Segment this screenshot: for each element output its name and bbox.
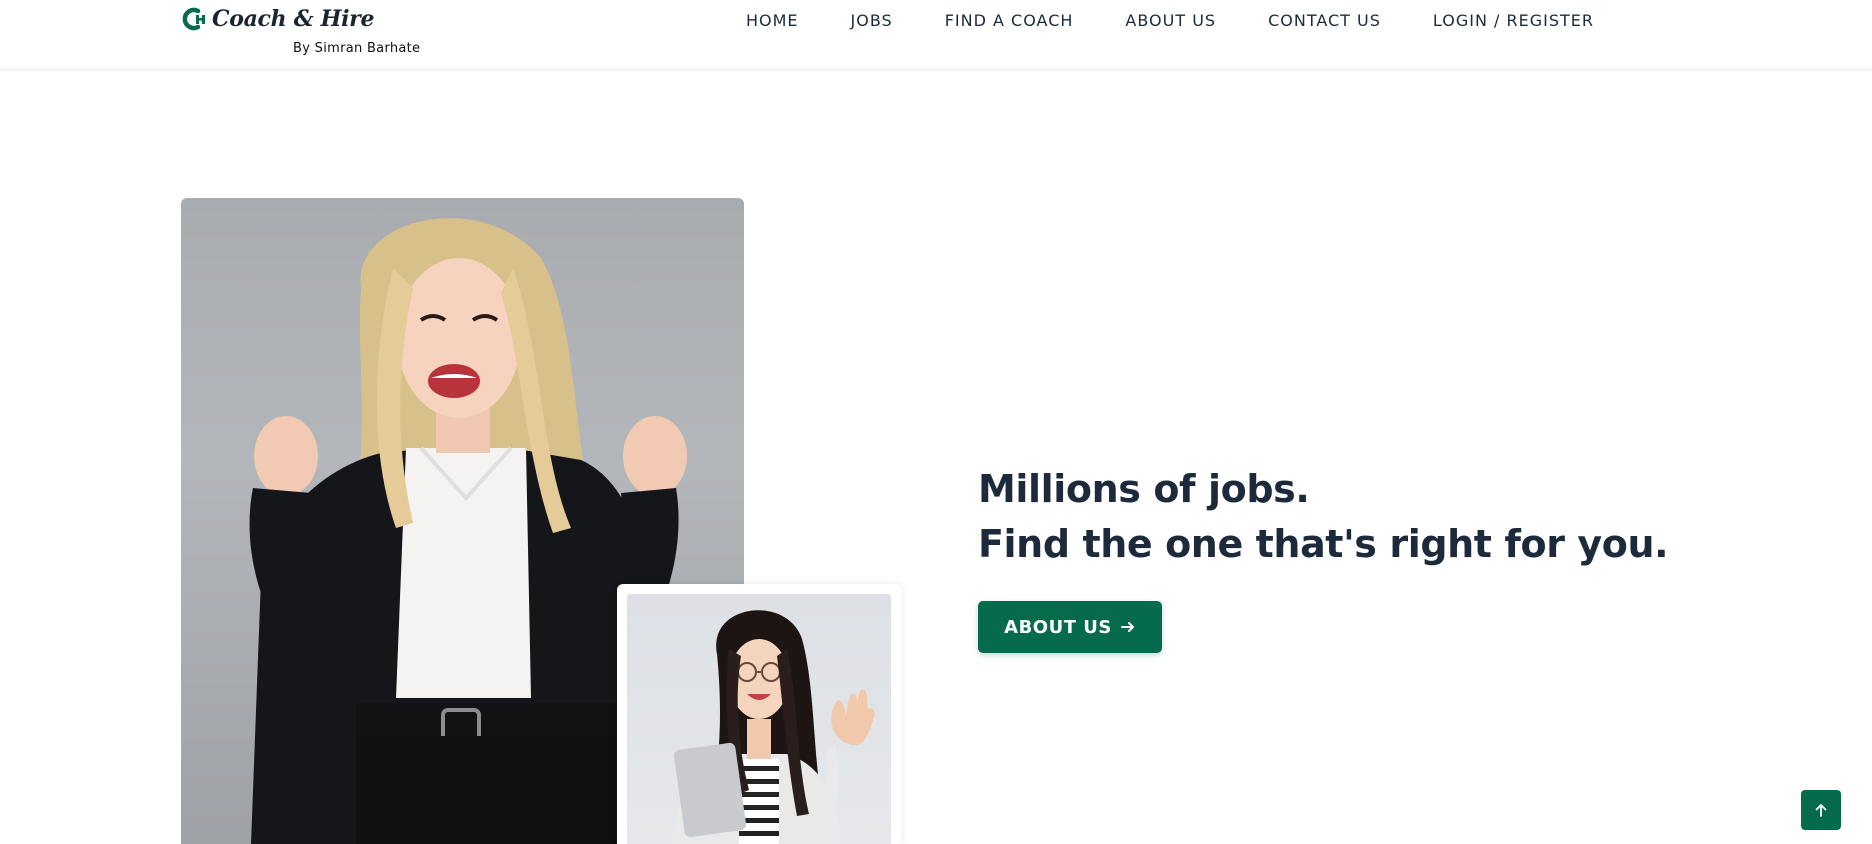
nav-login-register[interactable]: LOGIN / REGISTER bbox=[1433, 9, 1594, 33]
ch-monogram-icon bbox=[182, 7, 205, 31]
nav-contact-us[interactable]: CONTACT US bbox=[1268, 9, 1381, 33]
main-nav: HOME JOBS FIND A COACH ABOUT US CONTACT … bbox=[746, 9, 1594, 33]
arrow-right-icon bbox=[1120, 622, 1134, 632]
brand-tagline: By Simran Barhate bbox=[293, 41, 421, 56]
brand-logo[interactable]: Coach & Hire bbox=[182, 6, 374, 32]
about-us-button[interactable]: ABOUT US bbox=[978, 601, 1162, 653]
brand-name: Coach & Hire bbox=[212, 6, 375, 32]
about-us-button-label: ABOUT US bbox=[1004, 616, 1112, 638]
arrow-up-icon bbox=[1815, 804, 1827, 817]
hero-headline: Millions of jobs. Find the one that's ri… bbox=[978, 462, 1669, 572]
site-header: Coach & Hire By Simran Barhate HOME JOBS… bbox=[0, 0, 1872, 70]
nav-find-a-coach[interactable]: FIND A COACH bbox=[945, 9, 1074, 33]
hero-secondary-photo-frame bbox=[617, 584, 901, 844]
hero-headline-line1: Millions of jobs. bbox=[978, 467, 1310, 511]
scroll-to-top-button[interactable] bbox=[1801, 790, 1841, 830]
nav-jobs[interactable]: JOBS bbox=[851, 9, 893, 33]
nav-about-us[interactable]: ABOUT US bbox=[1125, 9, 1216, 33]
waving-woman-illustration bbox=[672, 610, 875, 844]
nav-home[interactable]: HOME bbox=[746, 9, 799, 33]
hero-headline-line2: Find the one that's right for you. bbox=[978, 522, 1669, 566]
hero-secondary-photo bbox=[627, 594, 891, 844]
